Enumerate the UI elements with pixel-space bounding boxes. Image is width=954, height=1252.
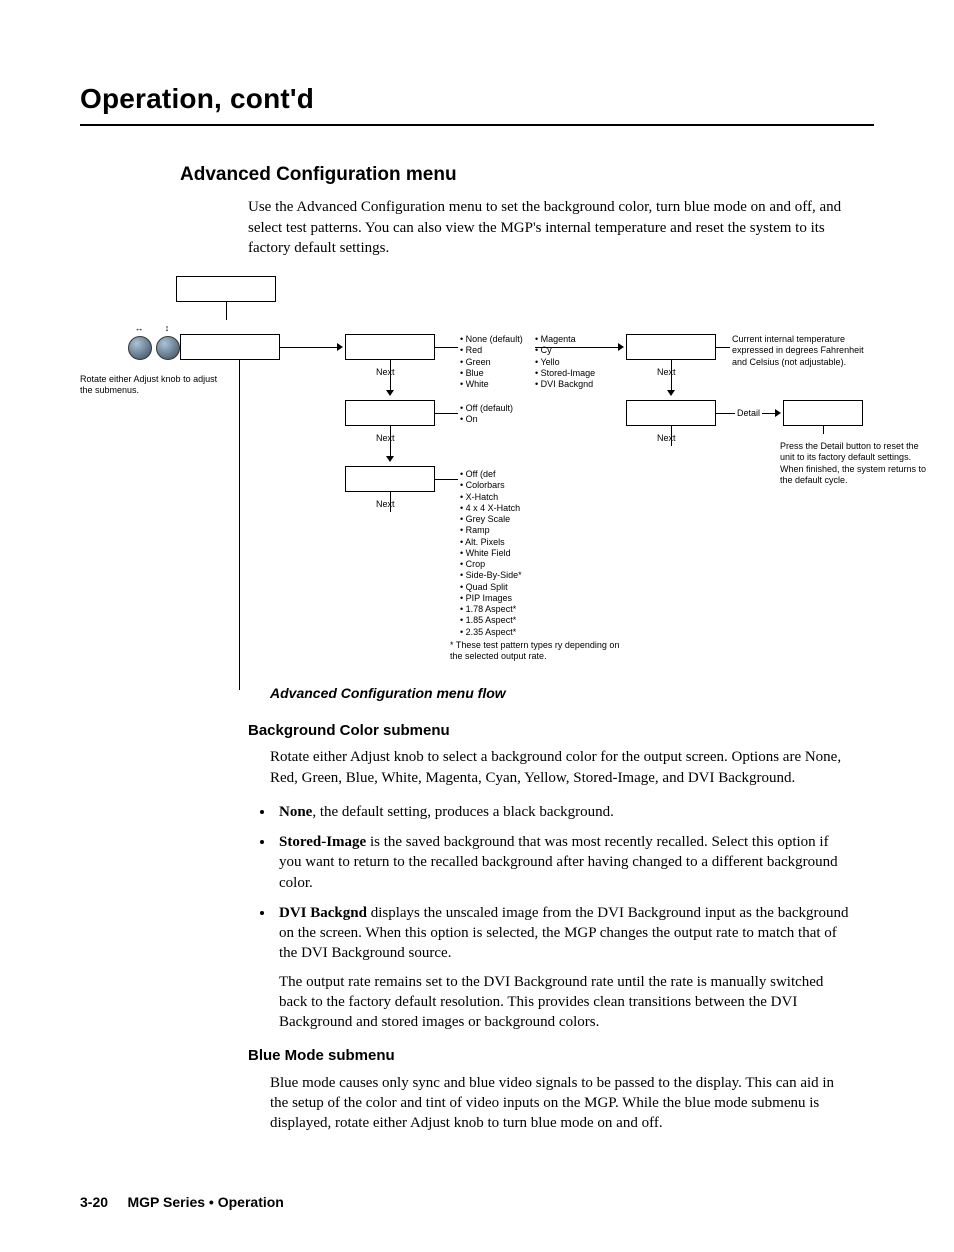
- bg-color-list-1: None (default) Red Green Blue White: [460, 334, 523, 390]
- arrow-icon: [337, 343, 343, 351]
- diagram-box-test-pattern: [345, 466, 435, 492]
- bg-color-list-2: Magenta Cy Yello Stored-Image DVI Backgn…: [535, 334, 595, 390]
- figure-caption: Advanced Configuration menu flow: [270, 684, 874, 703]
- diagram-box-temperature: [626, 334, 716, 360]
- connector: [226, 314, 227, 320]
- section-heading: Advanced Configuration menu: [180, 162, 874, 188]
- connector: [239, 360, 240, 690]
- reset-note: Press the Detail button to reset the uni…: [780, 441, 930, 486]
- blue-subhead: Blue Mode submenu: [248, 1046, 874, 1066]
- intro-paragraph: Use the Advanced Configuration menu to s…: [248, 197, 854, 258]
- diagram-box-menu: [176, 276, 276, 302]
- bg-paragraph: Rotate either Adjust knob to select a ba…: [270, 747, 854, 788]
- arrow-icon: [775, 409, 781, 417]
- diagram-box-reset-action: [783, 400, 863, 426]
- adjust-knob-icon: [128, 336, 152, 360]
- blue-mode-list: Off (default) On: [460, 403, 513, 426]
- next-label: Next: [376, 500, 395, 510]
- test-pattern-list: Off (def Colorbars X-Hatch 4 x 4 X-Hatch…: [460, 469, 522, 638]
- connector: [435, 479, 458, 480]
- connector: [390, 360, 391, 390]
- bg-bullet-list: None, the default setting, produces a bl…: [275, 802, 854, 1033]
- connector: [435, 347, 458, 348]
- page: Operation, cont'd Advanced Configuration…: [80, 80, 874, 1212]
- arrow-icon: [667, 390, 675, 396]
- connector: [762, 413, 775, 414]
- connector: [390, 492, 391, 512]
- next-label: Next: [376, 434, 395, 444]
- diagram-box-reset: [626, 400, 716, 426]
- bold-term: Stored-Image: [279, 834, 366, 850]
- list-followon: The output rate remains set to the DVI B…: [279, 972, 854, 1033]
- connector: [598, 347, 618, 348]
- footer-product: MGP Series • Operation: [127, 1194, 283, 1210]
- chapter-title: Operation, cont'd: [80, 80, 874, 118]
- arrow-icon: [386, 390, 394, 396]
- next-label: Next: [657, 434, 676, 444]
- connector: [280, 347, 337, 348]
- next-label: Next: [657, 368, 676, 378]
- arrow-icon: [386, 456, 394, 462]
- list-item: Stored-Image is the saved background tha…: [275, 832, 854, 893]
- chapter-rule: [80, 124, 874, 126]
- page-number: 3-20: [80, 1194, 108, 1210]
- horiz-arrow-icon: ↔: [128, 324, 150, 334]
- connector: [390, 426, 391, 456]
- menu-flow-diagram: ↔ ↕ Rotate either Adjust knob to adjust …: [80, 276, 870, 666]
- page-footer: 3-20 MGP Series • Operation: [80, 1193, 874, 1212]
- connector: [716, 413, 735, 414]
- diagram-box-advanced: [180, 334, 280, 360]
- connector: [823, 426, 824, 432]
- detail-label: Detail: [737, 409, 760, 419]
- test-pattern-note: * These test pattern types ry depending …: [450, 640, 620, 663]
- list-text: , the default setting, produces a black …: [312, 804, 614, 820]
- adjust-knob-icon: [156, 336, 180, 360]
- next-label: Next: [376, 368, 395, 378]
- blue-paragraph: Blue mode causes only sync and blue vide…: [270, 1073, 854, 1134]
- bg-subhead: Background Color submenu: [248, 721, 874, 741]
- connector: [716, 347, 730, 348]
- rotate-note: Rotate either Adjust knob to adjust the …: [80, 374, 220, 397]
- temperature-note: Current internal temperature expressed i…: [732, 334, 872, 368]
- vert-arrow-icon: ↕: [156, 324, 178, 334]
- connector: [671, 426, 672, 446]
- bold-term: None: [279, 804, 312, 820]
- arrow-icon: [618, 343, 624, 351]
- bold-term: DVI Backgnd: [279, 905, 367, 921]
- connector: [435, 413, 458, 414]
- diagram-box-bg-color: [345, 334, 435, 360]
- list-item: DVI Backgnd displays the unscaled image …: [275, 903, 854, 1033]
- list-item: None, the default setting, produces a bl…: [275, 802, 854, 822]
- connector: [671, 360, 672, 390]
- diagram-box-blue-mode: [345, 400, 435, 426]
